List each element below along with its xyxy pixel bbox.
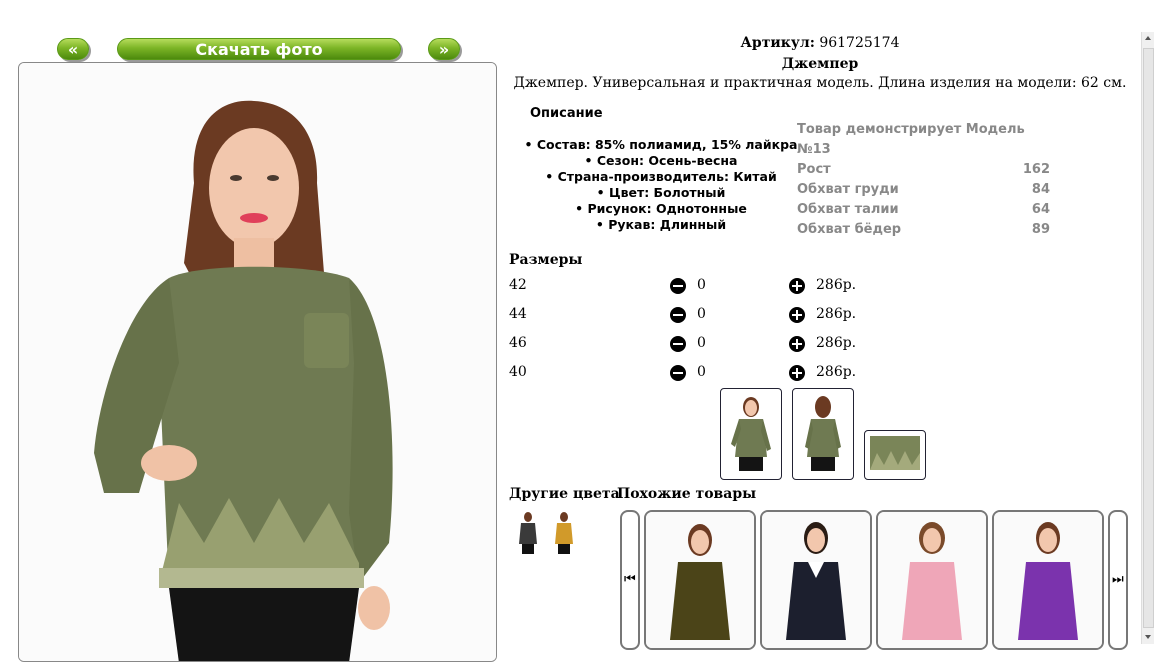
- swatch-image: [519, 512, 537, 554]
- product-title: Джемпер: [781, 56, 859, 72]
- scroll-up-arrow-icon[interactable]: [1142, 32, 1154, 46]
- article-line: Артикул: 961725174: [500, 35, 1140, 51]
- quantity-value: 0: [697, 364, 706, 380]
- next-photo-button[interactable]: »: [428, 38, 460, 60]
- price-label: 286р.: [816, 335, 857, 351]
- minus-icon[interactable]: [670, 307, 686, 323]
- size-row: 40 0 286р.: [509, 364, 869, 384]
- minus-icon[interactable]: [670, 365, 686, 381]
- similar-product-image: [762, 512, 870, 648]
- price-label: 286р.: [816, 364, 857, 380]
- model-info-table: Товар демонстрирует Модель №13 Рост 162 …: [797, 120, 1050, 240]
- sizes-heading: Размеры: [509, 252, 583, 268]
- similar-product-card[interactable]: [876, 510, 988, 650]
- property-item: • Цвет: Болотный: [596, 185, 726, 200]
- similar-product-card[interactable]: [644, 510, 756, 650]
- property-item: • Сезон: Осень-весна: [584, 153, 738, 168]
- photo-thumbnail-front[interactable]: [720, 388, 782, 480]
- article-label: Артикул:: [740, 35, 815, 51]
- similar-product-image: [878, 512, 986, 648]
- size-label: 42: [509, 277, 527, 293]
- similar-product-card[interactable]: [992, 510, 1104, 650]
- plus-icon[interactable]: [789, 365, 805, 381]
- article-number: 961725174: [819, 35, 900, 51]
- other-color-swatch-dark[interactable]: [514, 510, 542, 556]
- carousel-next-button[interactable]: ⏭: [1108, 510, 1128, 650]
- minus-icon[interactable]: [670, 278, 686, 294]
- model-info-value: 89: [1031, 222, 1050, 237]
- price-label: 286р.: [816, 277, 857, 293]
- model-info-label: Рост: [797, 162, 831, 177]
- similar-products-heading: Похожие товары: [617, 486, 757, 502]
- plus-icon[interactable]: [789, 336, 805, 352]
- other-colors-heading: Другие цвета: [509, 486, 620, 502]
- price-label: 286р.: [816, 306, 857, 322]
- skip-next-icon: ⏭: [1112, 572, 1124, 587]
- model-info-value: 64: [1031, 202, 1050, 217]
- similar-product-image: [994, 512, 1102, 648]
- model-info-label: Обхват бёдер: [797, 222, 902, 237]
- similar-product-image: [646, 512, 754, 648]
- property-item: • Состав: 85% полиамид, 15% лайкра: [524, 137, 798, 152]
- model-info-row: Обхват бёдер 89: [797, 220, 1050, 240]
- thumbnail-image: [731, 397, 771, 471]
- previous-photo-button[interactable]: «: [57, 38, 89, 60]
- property-item: • Рукав: Длинный: [595, 217, 727, 232]
- size-row: 46 0 286р.: [509, 335, 869, 355]
- thumbnail-image: [805, 396, 841, 471]
- size-label: 44: [509, 306, 527, 322]
- carousel-prev-button[interactable]: ⏮: [620, 510, 640, 650]
- model-info-row: Обхват груди 84: [797, 180, 1050, 200]
- thumbnail-image: [870, 436, 920, 470]
- plus-icon[interactable]: [789, 307, 805, 323]
- model-info-label: Обхват талии: [797, 202, 899, 217]
- model-info-value: 84: [1031, 182, 1050, 197]
- quantity-value: 0: [697, 277, 706, 293]
- size-label: 46: [509, 335, 527, 351]
- scroll-down-arrow-icon[interactable]: [1142, 630, 1154, 644]
- size-row: 42 0 286р.: [509, 277, 869, 297]
- similar-product-card[interactable]: [760, 510, 872, 650]
- model-info-row: Рост 162: [797, 160, 1050, 180]
- product-description: Джемпер. Универсальная и практичная моде…: [513, 75, 1127, 91]
- size-row: 44 0 286р.: [509, 306, 869, 326]
- properties-list: • Состав: 85% полиамид, 15% лайкра • Сез…: [520, 137, 802, 233]
- skip-previous-icon: ⏮: [624, 572, 636, 587]
- property-item: • Рисунок: Однотонные: [575, 201, 747, 216]
- model-info-title: Товар демонстрирует Модель №13: [797, 122, 1025, 157]
- model-info-value: 162: [1022, 162, 1050, 177]
- photo-thumbnail-detail[interactable]: [864, 430, 926, 480]
- other-color-swatch-mustard[interactable]: [550, 510, 578, 556]
- minus-icon[interactable]: [670, 336, 686, 352]
- quantity-value: 0: [697, 306, 706, 322]
- property-item: • Страна-производитель: Китай: [545, 169, 777, 184]
- description-heading: Описание: [530, 106, 603, 121]
- model-info-row: Обхват талии 64: [797, 200, 1050, 220]
- model-photo-image: [19, 63, 496, 661]
- swatch-image: [555, 512, 573, 554]
- vertical-scrollbar[interactable]: [1141, 32, 1154, 644]
- model-info-label: Обхват груди: [797, 182, 899, 197]
- size-label: 40: [509, 364, 527, 380]
- photo-thumbnail-back[interactable]: [792, 388, 854, 480]
- main-product-photo[interactable]: [18, 62, 497, 662]
- scrollbar-thumb[interactable]: [1143, 48, 1154, 628]
- quantity-value: 0: [697, 335, 706, 351]
- plus-icon[interactable]: [789, 278, 805, 294]
- download-photo-button[interactable]: Скачать фото: [117, 38, 401, 60]
